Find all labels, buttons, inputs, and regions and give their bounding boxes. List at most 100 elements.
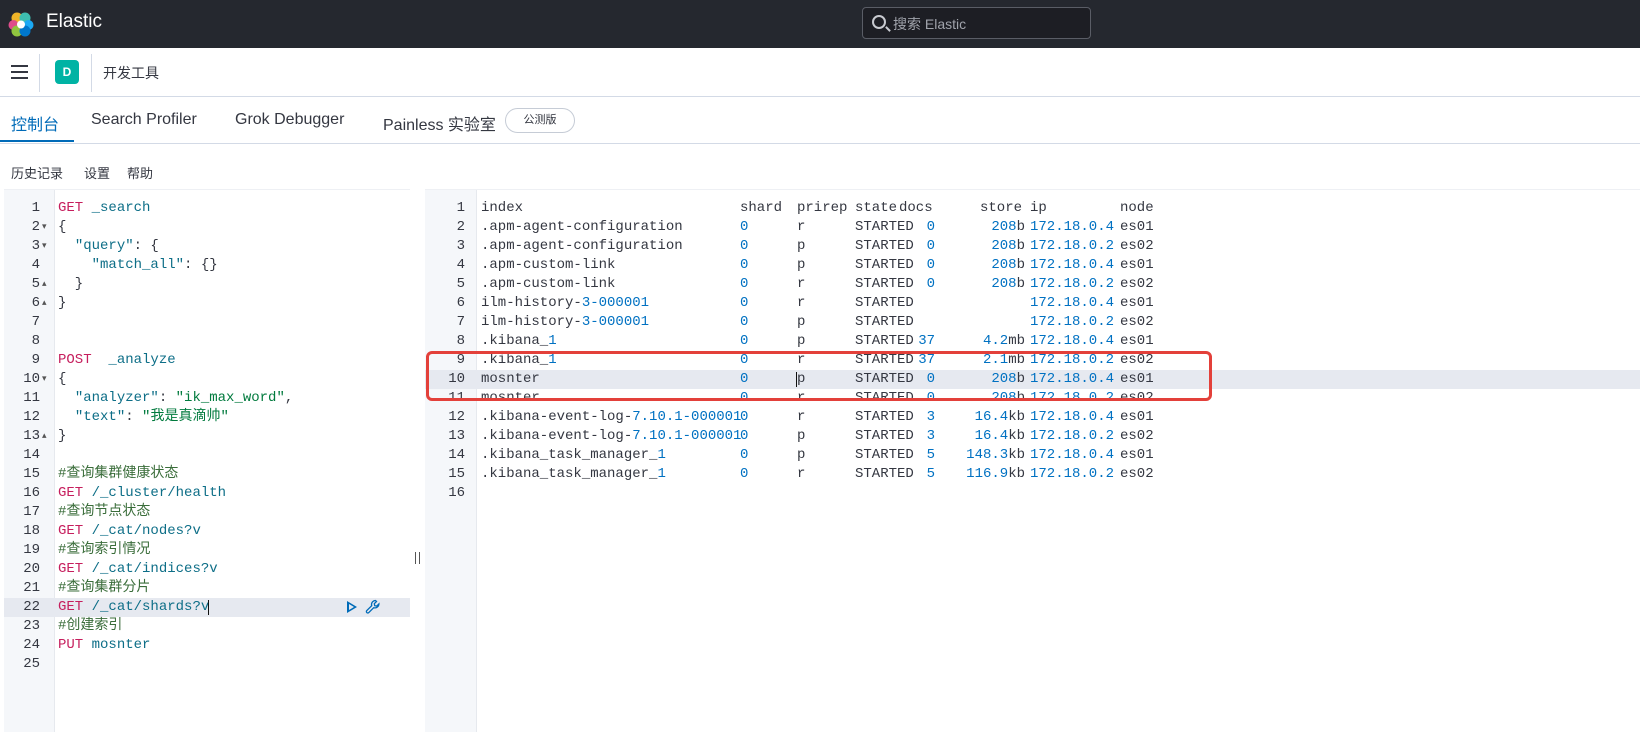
request-path: /_cluster/health (91, 485, 227, 501)
fold-down-icon[interactable]: ▾ (42, 218, 52, 237)
tab-console[interactable]: 控制台 (11, 111, 59, 135)
history-link[interactable]: 历史记录 (11, 163, 63, 182)
wrench-icon[interactable] (365, 599, 381, 615)
store-unit: mb (1008, 333, 1025, 349)
table-header-prirep: prirep (797, 200, 848, 216)
fold-down-icon[interactable]: ▾ (42, 237, 52, 256)
pane-resizer[interactable] (410, 189, 425, 732)
store-unit: kb (1008, 447, 1025, 463)
code-comment: #查询索引情况 (58, 542, 151, 558)
table-cell-shard: 0 (740, 333, 749, 349)
divider (39, 54, 40, 92)
store-number: 16.4 (974, 428, 1009, 444)
table-cell-docs (899, 294, 935, 313)
code-line[interactable]: } (58, 427, 66, 446)
json-key: "match_all" (91, 257, 185, 273)
table-header-index: index (481, 200, 524, 216)
table-cell-prirep: r (797, 219, 806, 235)
code-line[interactable]: } (58, 275, 83, 294)
code-line[interactable]: { (58, 218, 66, 237)
code-line[interactable]: #查询节点状态 (58, 503, 150, 522)
code-line[interactable]: GET /_cat/shards?v (58, 598, 209, 617)
json-punct: { (58, 371, 67, 387)
table-cell-store: 116.9kb (945, 465, 1025, 484)
table-cell-store (945, 294, 1025, 313)
request-editor[interactable]: 1 GET _search 2 ▾{3 ▾ "query": {4 "match_all… (4, 189, 410, 732)
line-number: 14 (23, 447, 40, 463)
code-line[interactable]: POST _analyze (58, 351, 176, 370)
fold-up-icon[interactable]: ▴ (42, 275, 52, 294)
code-line[interactable]: "query": { (58, 237, 159, 256)
fold-up-icon[interactable]: ▴ (42, 427, 52, 446)
code-comment: #查询节点状态 (58, 504, 151, 520)
code-line[interactable]: #创建索引 (58, 617, 122, 636)
table-cell-store: 148.3kb (945, 446, 1025, 465)
code-line[interactable]: "match_all": {} (58, 256, 218, 275)
global-search[interactable] (862, 7, 1091, 39)
code-line[interactable]: GET /_cat/nodes?v (58, 522, 201, 541)
code-line[interactable]: } (58, 294, 66, 313)
help-link[interactable]: 帮助 (127, 163, 153, 182)
table-header-shard: shard (740, 200, 783, 216)
table-cell-index: .apm-agent-configuration (481, 219, 683, 235)
line-number: 5 (31, 276, 40, 292)
line-number: 2 (31, 219, 40, 235)
table-cell-node: es02 (1120, 428, 1154, 444)
line-number: 4 (31, 257, 40, 273)
code-line[interactable]: #查询集群健康状态 (58, 465, 178, 484)
store-unit: kb (1008, 466, 1025, 482)
code-line[interactable]: GET _search (58, 199, 150, 218)
search-input[interactable] (893, 14, 1083, 34)
table-cell-ip: 172.18.0.2 (1030, 238, 1115, 254)
tab-search-profiler[interactable]: Search Profiler (91, 111, 197, 129)
table-cell-node: es01 (1120, 295, 1154, 311)
table-cell-shard: 0 (740, 257, 749, 273)
index-name-part: .kibana-event-log- (481, 409, 633, 425)
table-cell-ip: 172.18.0.2 (1030, 466, 1115, 482)
code-line[interactable]: "analyzer": "ik_max_word", (58, 389, 293, 408)
line-number: 22 (23, 599, 40, 615)
line-number: 20 (23, 561, 40, 577)
fold-up-icon[interactable]: ▴ (42, 294, 52, 313)
brand-name[interactable]: Elastic (46, 11, 102, 33)
response-editor[interactable]: 1 2 3 4 5 6 7 8 9 10 11 12 13 14 15 16 index shard prirep s… (425, 189, 1640, 732)
code-line[interactable]: { (58, 370, 66, 389)
elastic-logo-icon[interactable] (8, 11, 34, 37)
table-cell-shard: 0 (740, 238, 749, 254)
table-cell-prirep: r (797, 409, 806, 425)
fold-down-icon[interactable]: ▾ (42, 370, 52, 389)
table-cell-ip: 172.18.0.4 (1030, 219, 1115, 235)
code-line[interactable]: GET /_cat/indices?v (58, 560, 218, 579)
store-number: 16.4 (974, 409, 1009, 425)
table-cell-prirep: p (797, 333, 806, 349)
space-avatar[interactable]: D (55, 60, 79, 84)
code-line[interactable]: #查询索引情况 (58, 541, 150, 560)
line-number: 14 (448, 447, 465, 463)
play-icon-inner (349, 604, 354, 610)
json-key: "analyzer" (74, 390, 159, 406)
resize-handle-icon[interactable] (415, 552, 420, 564)
breadcrumb[interactable]: 开发工具 (103, 63, 159, 83)
settings-link[interactable]: 设置 (84, 163, 110, 182)
code-line[interactable]: #查询集群分片 (58, 579, 150, 598)
line-number: 8 (31, 333, 40, 349)
code-line[interactable]: "text": "我是真滴帅" (58, 408, 229, 427)
beta-badge: 公测版 (505, 108, 575, 133)
line-number: 21 (23, 580, 40, 596)
store-number: 116.9 (966, 466, 1009, 482)
store-unit: kb (1008, 428, 1025, 444)
line-number: 7 (456, 314, 465, 330)
code-line[interactable]: PUT mosnter (58, 636, 150, 655)
table-cell-ip: 172.18.0.2 (1030, 314, 1115, 330)
store-number: 208 (991, 219, 1017, 235)
table-cell-index: .kibana_1 (481, 332, 557, 351)
tab-painless-lab[interactable]: Painless 实验室 (383, 111, 496, 135)
table-cell-prirep: r (797, 276, 806, 292)
tab-grok-debugger[interactable]: Grok Debugger (235, 111, 344, 129)
request-path: _analyze (108, 352, 176, 368)
menu-toggle-icon[interactable] (11, 65, 28, 79)
line-number: 12 (448, 409, 465, 425)
code-line[interactable]: GET /_cluster/health (58, 484, 226, 503)
breadcrumb-bar: D 开发工具 (0, 48, 1640, 97)
request-path: mosnter (91, 637, 151, 653)
